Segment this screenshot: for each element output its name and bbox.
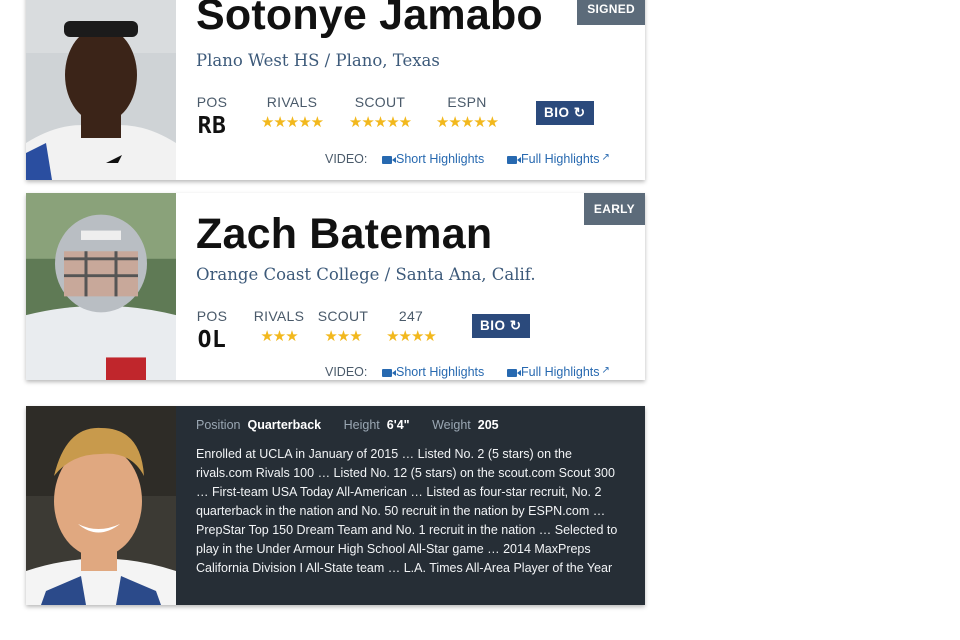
external-link-icon: ↗ — [601, 365, 610, 376]
player-meta: Position Quarterback Height 6'4" Weight 205 — [196, 418, 518, 432]
rating-rivals: RIVALS ★★★ — [246, 308, 312, 346]
weight-value: 205 — [477, 418, 499, 432]
pos-label: POS — [196, 94, 228, 110]
refresh-icon: ↻ — [509, 318, 522, 333]
full-highlights-label: Full Highlights — [521, 365, 600, 379]
height-value: 6'4" — [386, 418, 410, 432]
position-label: Position — [196, 418, 241, 432]
video-row: VIDEO: Short Highlights Full Highlights ↗ — [26, 365, 645, 380]
star-rating: ★★★★★ — [260, 114, 324, 131]
rating-source: RIVALS — [266, 94, 318, 110]
star-rating: ★★★★★ — [348, 114, 412, 131]
player-bio-text: Enrolled at UCLA in January of 2015 … Li… — [196, 447, 618, 575]
rating-247: 247 ★★★★ — [376, 308, 446, 346]
video-label: VIDEO: — [325, 152, 368, 166]
video-camera-icon — [507, 369, 521, 377]
player-school: Orange Coast College / Santa Ana, Calif. — [196, 265, 536, 284]
status-badge: EARLY — [583, 193, 645, 225]
external-link-icon: ↗ — [601, 152, 610, 163]
star-rating: ★★★ — [324, 328, 362, 345]
player-card-2: EARLY Zach Bateman Orange Coast College … — [26, 193, 645, 380]
pos-label: POS — [196, 308, 228, 324]
player-bio-card: Position Quarterback Height 6'4" Weight 205… — [26, 406, 645, 605]
rating-source: SCOUT — [317, 308, 369, 324]
position-value: RB — [197, 113, 227, 139]
short-highlights-link[interactable]: Short Highlights — [382, 152, 484, 166]
short-highlights-link[interactable]: Short Highlights — [382, 365, 484, 379]
player-name: Zach Bateman — [196, 210, 493, 258]
short-highlights-label: Short Highlights — [396, 152, 485, 166]
player-photo — [26, 406, 176, 605]
star-rating: ★★★ — [260, 328, 298, 345]
player-name: Sotonye Jamabo — [196, 0, 543, 39]
rating-source: ESPN — [447, 94, 487, 110]
video-camera-icon — [382, 156, 396, 164]
bio-button[interactable]: BIO ↻ — [536, 101, 594, 125]
bio-button[interactable]: BIO ↻ — [472, 314, 530, 338]
star-rating: ★★★★★ — [435, 114, 499, 131]
player-school: Plano West HS / Plano, Texas — [196, 51, 440, 70]
refresh-icon: ↻ — [573, 105, 586, 120]
video-label: VIDEO: — [325, 365, 368, 379]
rating-source: SCOUT — [354, 94, 406, 110]
rating-rivals: RIVALS ★★★★★ — [252, 94, 332, 132]
full-highlights-link[interactable]: Full Highlights ↗ — [507, 365, 610, 379]
rating-source: RIVALS — [253, 308, 305, 324]
video-camera-icon — [382, 369, 396, 377]
status-badge: SIGNED — [577, 0, 645, 25]
video-row: VIDEO: Short Highlights Full Highlights ↗ — [26, 152, 645, 170]
height-label: Height — [343, 418, 380, 432]
bio-button-label: BIO — [480, 318, 506, 333]
bio-button-label: BIO — [544, 105, 570, 120]
rating-source: 247 — [398, 308, 424, 324]
video-camera-icon — [507, 156, 521, 164]
position-column: POS OL — [196, 308, 228, 354]
short-highlights-label: Short Highlights — [396, 365, 485, 379]
position-value: OL — [197, 327, 227, 353]
position-column: POS RB — [196, 94, 228, 140]
player-card-1: SIGNED Sotonye Jamabo Plano West HS / Pl… — [26, 0, 645, 180]
weight-label: Weight — [432, 418, 471, 432]
player-photo — [26, 193, 176, 380]
rating-scout: SCOUT ★★★★★ — [340, 94, 420, 132]
rating-scout: SCOUT ★★★ — [312, 308, 374, 346]
full-highlights-label: Full Highlights — [521, 152, 600, 166]
rating-espn: ESPN ★★★★★ — [427, 94, 507, 132]
position-value: Quarterback — [247, 418, 322, 432]
star-rating: ★★★★ — [386, 328, 437, 345]
full-highlights-link[interactable]: Full Highlights ↗ — [507, 152, 610, 166]
